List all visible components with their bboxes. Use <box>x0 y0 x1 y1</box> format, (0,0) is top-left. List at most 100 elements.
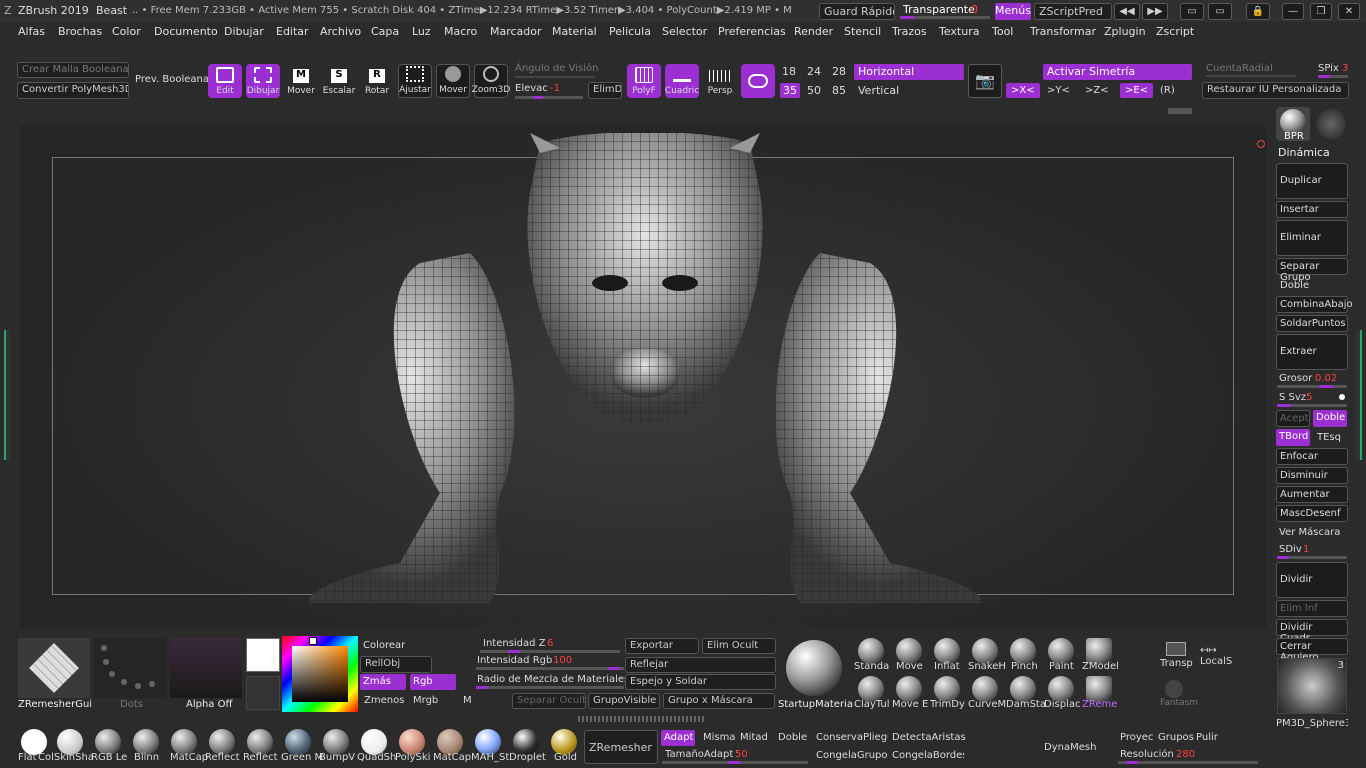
material-blend-slider[interactable] <box>476 686 624 689</box>
menu-capa[interactable]: Capa <box>371 25 399 38</box>
split-group-button[interactable]: Separar Grupo <box>1276 258 1348 283</box>
radial-count-slider[interactable] <box>1206 75 1296 77</box>
radial-r-button[interactable]: (R) <box>1160 85 1175 96</box>
menu-macro[interactable]: Macro <box>444 25 477 38</box>
detect-edges-toggle[interactable]: DetectaAristas <box>892 732 966 743</box>
zremesher-button[interactable]: ZRemesher <box>584 730 658 764</box>
close-holes-button[interactable]: Cerrar Agujero <box>1276 638 1348 663</box>
tray-toggle-arrows[interactable] <box>578 716 706 722</box>
double-toggle-zr[interactable]: Doble <box>778 732 807 743</box>
menu-zscript[interactable]: Zscript <box>1156 25 1194 38</box>
z-intensity-label[interactable]: Intensidad Z <box>483 638 546 649</box>
weld-points-button[interactable]: SoldarPuntos <box>1276 315 1348 332</box>
menu-luz[interactable]: Luz <box>412 25 431 38</box>
vertical-button[interactable]: Vertical <box>858 84 899 97</box>
restore-icon[interactable]: ❐ <box>1310 3 1332 20</box>
color-picker[interactable] <box>282 636 358 712</box>
brush-thumbnail[interactable] <box>18 638 90 698</box>
view-mask-toggle[interactable]: Ver Máscara <box>1279 527 1340 538</box>
left-tray-toggle[interactable] <box>4 330 10 460</box>
focal-24[interactable]: 24 <box>807 65 821 78</box>
half-toggle[interactable]: Mitad <box>740 732 768 743</box>
ssvz-label[interactable]: S Svz <box>1279 392 1306 403</box>
delete-lower-button[interactable]: Elim Inf <box>1276 600 1348 617</box>
camera-button[interactable] <box>741 64 775 98</box>
m-button[interactable]: M <box>463 695 472 706</box>
sdiv-slider[interactable] <box>1277 556 1347 559</box>
layout-icon-2[interactable]: ▭ <box>1208 3 1232 20</box>
menu-alfas[interactable]: Alfas <box>18 25 45 38</box>
project-toggle[interactable]: Proyec <box>1120 732 1153 743</box>
menu-brochas[interactable]: Brochas <box>58 25 102 38</box>
divide-quad-button[interactable]: Dividir Cuadr <box>1276 619 1348 644</box>
rewind-icon[interactable]: ◀◀ <box>1114 3 1140 20</box>
zsub-button[interactable]: Zmenos <box>364 695 404 706</box>
menu-dibujar[interactable]: Dibujar <box>224 25 264 38</box>
rgb-intensity-label[interactable]: Intensidad Rgb <box>477 655 552 666</box>
secondary-color-swatch[interactable] <box>246 676 280 710</box>
symmetry-x-button[interactable]: >X< <box>1006 83 1040 98</box>
transp-label[interactable]: Transp <box>1160 658 1193 669</box>
symmetry-y-button[interactable]: >Y< <box>1047 85 1070 96</box>
thickness-label[interactable]: Grosor <box>1279 373 1312 384</box>
adapt-toggle[interactable]: Adapt <box>661 730 695 746</box>
duplicate-button[interactable]: Duplicar <box>1276 163 1348 199</box>
extract-button[interactable]: Extraer <box>1276 334 1348 370</box>
mrgb-button[interactable]: Mrgb <box>413 695 438 706</box>
focal-85[interactable]: 85 <box>832 84 846 97</box>
adaptive-size-label[interactable]: TamañoAdapt <box>665 749 733 760</box>
symmetry-z-button[interactable]: >Z< <box>1085 85 1109 96</box>
adaptive-size-slider[interactable] <box>662 761 808 764</box>
close-icon[interactable]: ✕ <box>1338 3 1360 20</box>
floor-grid-button[interactable]: Cuadric <box>665 64 699 98</box>
rgb-button[interactable]: Rgb <box>410 674 456 690</box>
divide-button[interactable]: Dividir <box>1276 562 1348 598</box>
menu-tool[interactable]: Tool <box>992 25 1013 38</box>
double-toggle[interactable]: Doble <box>1280 280 1309 291</box>
resolution-label[interactable]: Resolución <box>1120 749 1174 760</box>
local-symmetry-label[interactable]: LocalS <box>1200 656 1232 667</box>
ghost-label[interactable]: Fantasm <box>1160 698 1198 708</box>
focal-35[interactable]: 35 <box>780 83 800 98</box>
view-angle-label[interactable]: Ángulo de Visión <box>515 63 598 74</box>
thickness-slider[interactable] <box>1277 385 1347 388</box>
prev-boolean-button[interactable]: Prev. Booleana <box>135 74 209 85</box>
grow-button[interactable]: Aumentar <box>1276 486 1348 503</box>
freeze-groups-toggle[interactable]: CongelaGrupos <box>816 750 888 761</box>
menu-textura[interactable]: Textura <box>939 25 979 38</box>
merge-down-button[interactable]: CombinaAbajo <box>1276 296 1353 313</box>
transparent-slider[interactable] <box>900 16 990 19</box>
menu-preferencias[interactable]: Preferencias <box>718 25 786 38</box>
groups-visible-button[interactable]: GrupoVisible <box>588 693 660 709</box>
right-tray-toggle[interactable] <box>1356 330 1362 460</box>
delete-hidden-button[interactable]: Elim Ocult <box>702 638 776 654</box>
menu-documento[interactable]: Documento <box>154 25 218 38</box>
transparent-label[interactable]: Transparente <box>903 3 975 16</box>
alpha-thumbnail[interactable] <box>170 638 242 698</box>
symmetry-e-button[interactable]: >E< <box>1120 83 1154 98</box>
menus-button[interactable]: Menús <box>995 3 1031 20</box>
bpr-button[interactable]: BPR <box>1276 107 1310 142</box>
colorize-toggle[interactable]: Colorear <box>363 640 405 651</box>
menu-marcador[interactable]: Marcador <box>490 25 542 38</box>
resolution-slider[interactable] <box>1118 761 1258 764</box>
focal-50[interactable]: 50 <box>807 84 821 97</box>
material-thumbnail[interactable] <box>780 638 848 698</box>
menu-selector[interactable]: Selector <box>662 25 707 38</box>
horizontal-button[interactable]: Horizontal <box>854 64 964 80</box>
local-symmetry-icon[interactable]: ↤↦ <box>1200 645 1217 656</box>
rotate-mode-button[interactable]: R Rotar <box>360 64 394 98</box>
menu-stencil[interactable]: Stencil <box>844 25 881 38</box>
quick-save-button[interactable]: Guard Rápido <box>819 3 895 20</box>
tbord-button[interactable]: TBord <box>1276 429 1310 446</box>
spix-slider[interactable] <box>1318 75 1348 78</box>
same-toggle[interactable]: Misma <box>703 732 736 743</box>
groups-toggle[interactable]: Grupos <box>1158 732 1194 743</box>
mirror-weld-button[interactable]: Espejo y Soldar <box>625 674 776 690</box>
menu-archivo[interactable]: Archivo <box>320 25 361 38</box>
insert-button[interactable]: Insertar <box>1276 201 1348 218</box>
split-hidden-button[interactable]: Separar Ocult <box>512 693 586 709</box>
view-angle-slider[interactable] <box>515 76 595 78</box>
convert-polymesh-button[interactable]: Convertir PolyMesh3D <box>17 82 129 99</box>
material-blend-label[interactable]: Radio de Mezcla de Materiales <box>477 674 629 685</box>
